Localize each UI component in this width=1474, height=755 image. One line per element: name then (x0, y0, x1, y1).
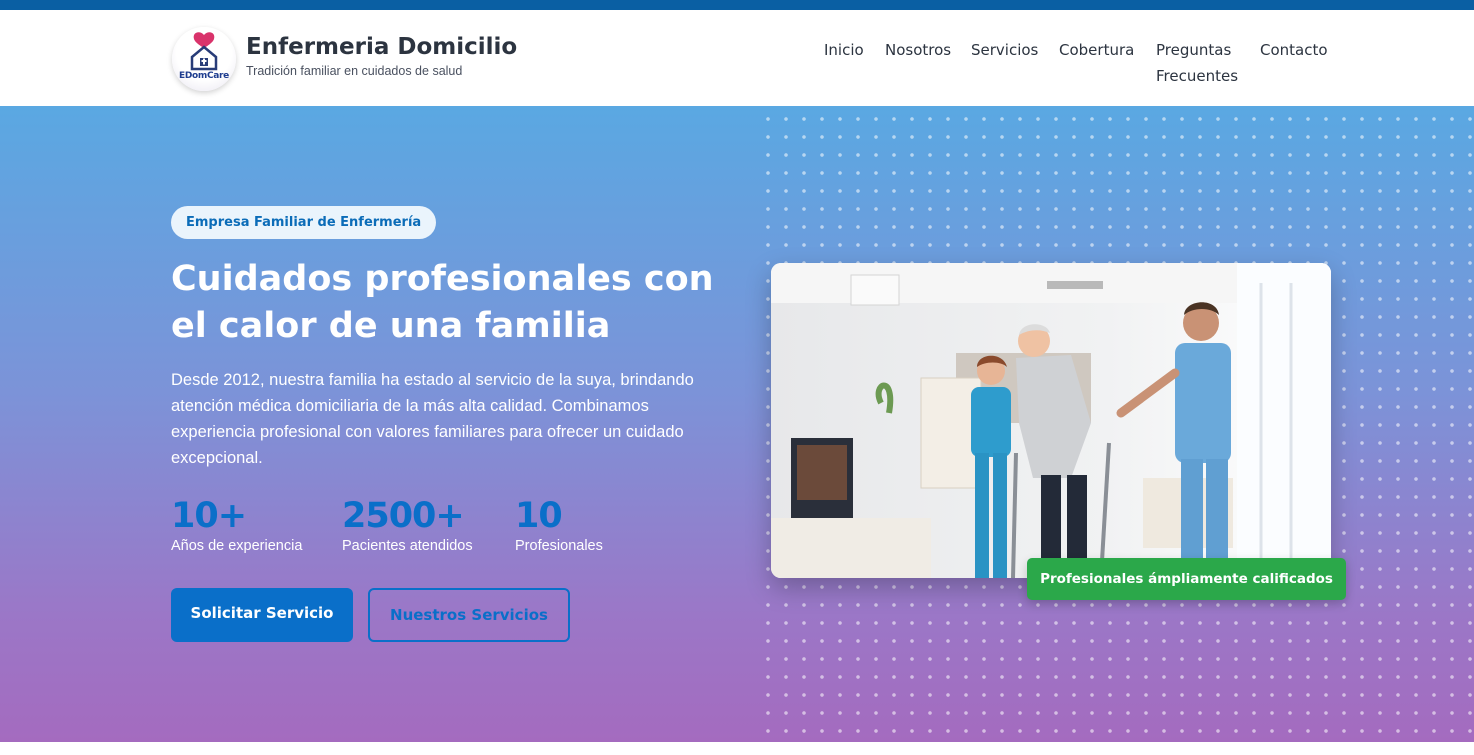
photo-badge: Profesionales ámpliamente calificados (1027, 558, 1346, 600)
request-service-button[interactable]: Solicitar Servicio (171, 588, 353, 642)
hero-badge: Empresa Familiar de Enfermería (171, 206, 437, 239)
brand-title[interactable]: Enfermeria Domicilio (246, 34, 517, 60)
nav-nosotros[interactable]: Nosotros (885, 37, 951, 63)
nurses-assisting-patient-image (771, 263, 1331, 578)
brand-logo[interactable]: EDomCare (172, 27, 236, 91)
nav-inicio[interactable]: Inicio (824, 37, 864, 63)
hero-photo (771, 263, 1331, 578)
site-header: EDomCare Enfermeria Domicilio Tradición … (0, 10, 1474, 106)
hero-headline: Cuidados profesionales con el calor de u… (171, 259, 714, 346)
brand-tagline: Tradición familiar en cuidados de salud (246, 64, 463, 78)
nav-contacto[interactable]: Contacto (1260, 37, 1328, 63)
nav-preguntas-frecuentes[interactable]: Preguntas Frecuentes (1156, 37, 1251, 89)
nav-servicios[interactable]: Servicios (971, 37, 1038, 63)
bottom-strip (0, 742, 1474, 755)
top-strip (0, 0, 1474, 10)
house-heart-icon (190, 32, 218, 71)
stat-patients-label: Pacientes atendidos (342, 538, 473, 554)
logo-text: EDomCare (178, 71, 229, 81)
our-services-button[interactable]: Nuestros Servicios (368, 588, 570, 642)
nav-cobertura[interactable]: Cobertura (1059, 37, 1134, 63)
stat-years-label: Años de experiencia (171, 538, 303, 554)
hero-lead: Desde 2012, nuestra familia ha estado al… (171, 371, 694, 467)
stat-professionals-label: Profesionales (515, 538, 603, 554)
stat-patients-value: 2500+ (342, 496, 465, 536)
stat-professionals-value: 10 (515, 496, 563, 536)
hero-section: Empresa Familiar de Enfermería Cuidados … (0, 106, 1474, 742)
stat-years-value: 10+ (171, 496, 247, 536)
